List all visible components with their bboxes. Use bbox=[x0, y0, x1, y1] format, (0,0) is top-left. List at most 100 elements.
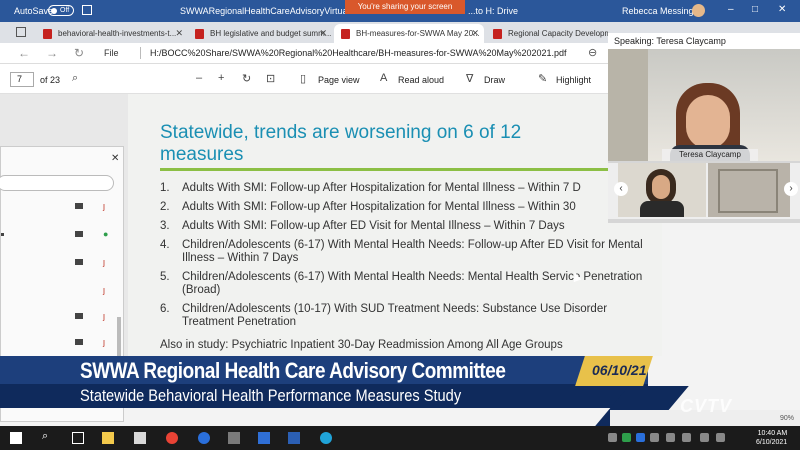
divider bbox=[140, 47, 141, 59]
zoom-icon[interactable]: ⊖ bbox=[588, 46, 597, 59]
camera-icon[interactable] bbox=[75, 313, 83, 319]
rotate-icon[interactable]: ↻ bbox=[242, 72, 251, 85]
item-number: 2. bbox=[160, 201, 170, 213]
participant-row[interactable]: ȷ bbox=[1, 309, 123, 325]
volume-icon[interactable] bbox=[716, 433, 725, 442]
previous-video-icon[interactable]: ‹ bbox=[614, 182, 628, 196]
minimize-icon[interactable]: – bbox=[728, 4, 734, 15]
draw-button[interactable]: Draw bbox=[484, 75, 505, 85]
draw-icon[interactable]: ∇ bbox=[466, 72, 473, 85]
back-icon[interactable]: ← bbox=[18, 46, 30, 60]
drive-label: ...to H: Drive bbox=[468, 6, 519, 16]
participant-row[interactable]: ȷ bbox=[1, 255, 123, 271]
measure-list: 1. Adults With SMI: Follow-up After Hospi… bbox=[160, 182, 650, 335]
store-icon[interactable] bbox=[134, 432, 146, 444]
video-thumbnails bbox=[608, 163, 800, 219]
close-tab-icon[interactable]: ✕ bbox=[175, 24, 183, 43]
search-icon[interactable]: ⌕ bbox=[72, 72, 78, 85]
participant-row[interactable]: ● bbox=[1, 227, 123, 243]
mic-muted-icon[interactable]: ȷ bbox=[103, 257, 105, 267]
mic-muted-icon[interactable]: ȷ bbox=[103, 201, 105, 211]
outlook-icon[interactable] bbox=[258, 432, 270, 444]
item-number: 4. bbox=[160, 239, 170, 251]
highlight-icon[interactable]: ✎ bbox=[538, 72, 547, 85]
cvtv-logo: CVTV bbox=[680, 396, 733, 416]
sharing-banner[interactable]: You're sharing your screen bbox=[345, 0, 465, 14]
item-number: 3. bbox=[160, 220, 170, 232]
banner-title: SWWA Regional Health Care Advisory Commi… bbox=[80, 358, 506, 383]
start-icon[interactable] bbox=[10, 432, 22, 444]
participant-search-input[interactable] bbox=[0, 175, 114, 191]
edge-chromium-icon[interactable] bbox=[320, 432, 332, 444]
tab-behavioral-health[interactable]: behavioral-health-investments-t... ✕ bbox=[36, 24, 188, 43]
fit-page-icon[interactable]: ⊡ bbox=[266, 72, 275, 85]
pdf-toolbar: 7 of 23 ⌕ – + ↻ ⊡ ▯ Page view A Read alo… bbox=[0, 64, 608, 94]
mic-on-icon[interactable]: ● bbox=[103, 229, 108, 239]
close-tab-icon[interactable]: ✕ bbox=[319, 24, 327, 43]
wifi-icon[interactable] bbox=[700, 433, 709, 442]
tab-bh-measures[interactable]: BH-measures-for-SWWA May 20... ✕ bbox=[334, 24, 484, 43]
participant-row[interactable]: ȷ bbox=[1, 283, 123, 299]
banner-date: 06/10/21 bbox=[592, 362, 647, 378]
close-panel-icon[interactable]: ✕ bbox=[111, 153, 119, 164]
mic-muted-icon[interactable]: ȷ bbox=[103, 311, 105, 321]
tray-icon[interactable] bbox=[636, 433, 645, 442]
refresh-icon[interactable]: ↻ bbox=[74, 46, 84, 60]
tab-label: Regional Capacity Developme... bbox=[508, 29, 608, 38]
camera-icon[interactable] bbox=[75, 231, 83, 237]
page-number-input[interactable]: 7 bbox=[10, 72, 34, 87]
pdf-page: Statewide, trends are worsening on 6 of … bbox=[128, 94, 662, 356]
task-view-icon[interactable] bbox=[72, 432, 84, 444]
close-icon[interactable]: ✕ bbox=[778, 4, 786, 15]
page-view-icon[interactable]: ▯ bbox=[300, 72, 306, 85]
file-explorer-icon[interactable] bbox=[102, 432, 114, 444]
save-icon[interactable] bbox=[82, 5, 92, 15]
next-video-icon[interactable]: › bbox=[784, 182, 798, 196]
read-aloud-icon[interactable]: A bbox=[380, 72, 387, 84]
page-count: of 23 bbox=[40, 75, 61, 85]
maximize-icon[interactable]: □ bbox=[752, 4, 758, 15]
document-title: SWWARegionalHealthCareAdvisoryVirtual... bbox=[180, 6, 358, 16]
item-number: 5. bbox=[160, 271, 170, 283]
mic-muted-icon[interactable]: ȷ bbox=[103, 337, 105, 347]
participant-row[interactable]: ȷ bbox=[1, 335, 123, 351]
active-speaker-video[interactable]: Teresa Claycamp bbox=[608, 49, 800, 161]
highlight-button[interactable]: Highlight bbox=[556, 75, 591, 85]
camera-icon[interactable] bbox=[75, 259, 83, 265]
display-icon[interactable] bbox=[682, 433, 691, 442]
tab-regional-capacity[interactable]: Regional Capacity Developme... bbox=[486, 24, 608, 43]
system-clock[interactable]: 10:40 AM 6/10/2021 bbox=[756, 429, 787, 447]
camera-icon[interactable] bbox=[75, 339, 83, 345]
pdf-icon bbox=[195, 29, 204, 39]
url-field[interactable]: H:/BOCC%20Share/SWWA%20Regional%20Health… bbox=[150, 48, 567, 58]
active-speaker-label: Speaking: Teresa Claycamp bbox=[608, 33, 800, 49]
forward-icon[interactable]: → bbox=[46, 46, 58, 60]
word-icon[interactable] bbox=[288, 432, 300, 444]
app-icon[interactable] bbox=[228, 432, 240, 444]
item-text: Adults With SMI: Follow-up After Hospita… bbox=[182, 201, 576, 213]
user-name[interactable]: Rebecca Messinger bbox=[622, 6, 702, 16]
autosave-toggle[interactable]: Off bbox=[48, 5, 74, 16]
mic-muted-icon[interactable]: ȷ bbox=[103, 285, 105, 295]
tray-icon[interactable] bbox=[608, 433, 617, 442]
edge-icon[interactable] bbox=[198, 432, 210, 444]
zoom-out-icon[interactable]: – bbox=[196, 72, 202, 84]
room-scene bbox=[718, 169, 778, 213]
tray-icon[interactable] bbox=[622, 433, 631, 442]
participant-video-thumbnail[interactable] bbox=[708, 163, 790, 217]
search-icon[interactable]: ⌕ bbox=[42, 430, 54, 442]
camera-icon[interactable] bbox=[75, 203, 83, 209]
participant-video-thumbnail[interactable] bbox=[618, 163, 706, 217]
page-view-button[interactable]: Page view bbox=[318, 75, 360, 85]
tab-actions-icon[interactable] bbox=[16, 27, 26, 37]
read-aloud-button[interactable]: Read aloud bbox=[398, 75, 444, 85]
avatar[interactable] bbox=[692, 4, 705, 17]
chrome-icon[interactable] bbox=[166, 432, 178, 444]
tray-icon[interactable] bbox=[650, 433, 659, 442]
network-icon[interactable] bbox=[666, 433, 675, 442]
broadcast-banner: SWWA Regional Health Care Advisory Commi… bbox=[0, 356, 648, 408]
tab-bh-legislative[interactable]: BH legislative and budget summ... ✕ bbox=[188, 24, 332, 43]
close-tab-icon[interactable]: ✕ bbox=[471, 24, 479, 43]
participant-row[interactable]: ȷ bbox=[1, 199, 123, 215]
zoom-in-icon[interactable]: + bbox=[218, 72, 224, 84]
